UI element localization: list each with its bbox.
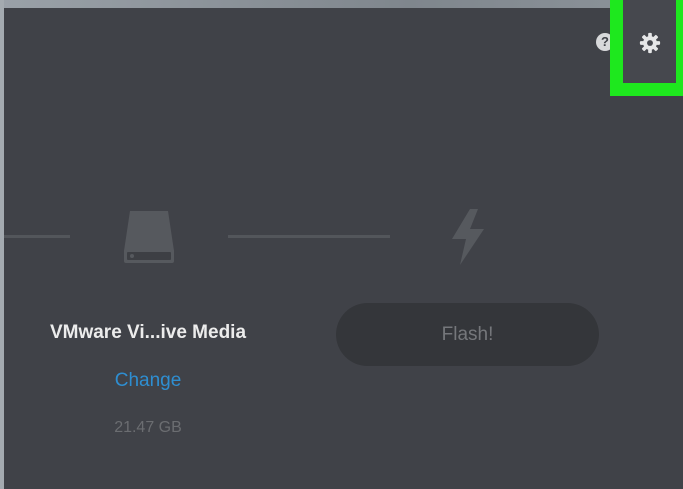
app-window bbox=[4, 8, 683, 489]
question-icon: ? bbox=[601, 34, 609, 49]
lightning-icon bbox=[452, 209, 484, 265]
step-connector-left bbox=[4, 235, 70, 238]
step-connector-middle bbox=[228, 235, 390, 238]
drive-size: 21.47 GB bbox=[114, 419, 182, 436]
gear-icon bbox=[639, 32, 660, 54]
drive-name: VMware Vi...ive Media bbox=[49, 322, 247, 343]
settings-button[interactable] bbox=[623, 0, 676, 83]
window-top-edge bbox=[0, 0, 683, 8]
drive-icon bbox=[124, 211, 174, 263]
change-drive-link[interactable]: Change bbox=[18, 370, 278, 392]
flash-button[interactable]: Flash! bbox=[336, 303, 599, 366]
